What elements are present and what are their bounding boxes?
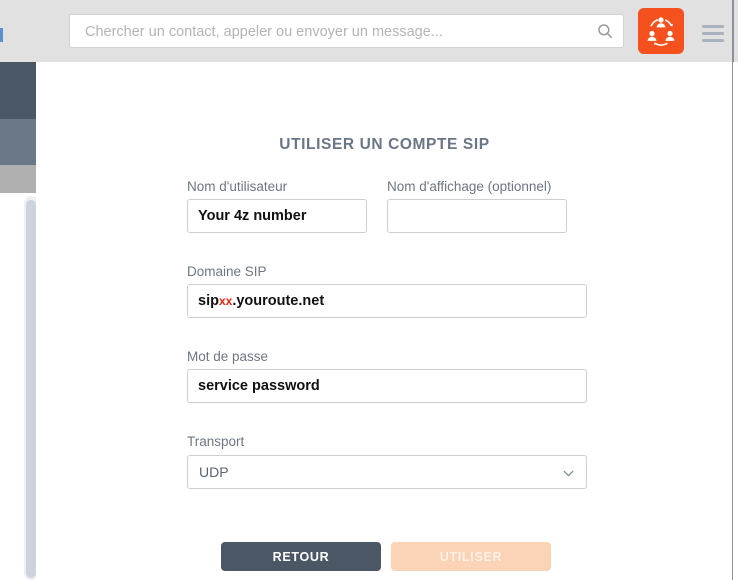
username-label: Nom d'utilisateur — [187, 179, 288, 194]
transport-label: Transport — [187, 434, 245, 449]
search-bar[interactable] — [69, 14, 624, 49]
hamburger-menu-icon-line — [702, 31, 724, 35]
sip-account-form: UTILISER UN COMPTE SIP Nom d'utilisateur… — [36, 62, 733, 580]
chevron-down-icon[interactable] — [562, 467, 575, 480]
password-label: Mot de passe — [187, 349, 269, 364]
hamburger-menu-icon — [702, 24, 724, 28]
conversation-item-muted[interactable] — [0, 165, 36, 193]
page-title: UTILISER UN COMPTE SIP — [279, 136, 490, 153]
sip-domain-input[interactable]: sip xx .youroute.net — [187, 284, 587, 318]
conference-group-icon — [647, 17, 675, 46]
background-window-edge — [732, 0, 738, 580]
conversation-item[interactable] — [0, 119, 36, 165]
username-input[interactable] — [187, 199, 367, 233]
top-bar — [36, 0, 733, 62]
back-button[interactable]: RETOUR — [221, 542, 381, 571]
background-app-header — [0, 0, 36, 62]
display-name-label: Nom d'affichage (optionnel) — [387, 179, 552, 194]
password-input[interactable] — [187, 369, 587, 403]
sip-domain-suffix: .youroute.net — [232, 293, 325, 309]
conversation-item-active[interactable] — [0, 62, 36, 119]
search-icon[interactable] — [596, 22, 614, 40]
background-window-edge-header — [733, 0, 738, 62]
unread-indicator — [0, 28, 3, 42]
sip-domain-prefix: sip — [198, 293, 219, 309]
display-name-input[interactable] — [387, 199, 567, 233]
hamburger-menu-button[interactable] — [699, 16, 727, 46]
main-window: UTILISER UN COMPTE SIP Nom d'utilisateur… — [36, 0, 733, 580]
hamburger-menu-icon-line — [702, 38, 724, 42]
transport-selected-value: UDP — [199, 464, 229, 480]
sidebar-scrollbar-thumb[interactable] — [26, 200, 36, 578]
sip-domain-accent: xx — [218, 294, 233, 308]
search-input[interactable] — [83, 15, 587, 49]
transport-select[interactable]: UDP — [187, 455, 587, 489]
background-app-left-strip — [0, 0, 36, 580]
use-account-button: UTILISER — [391, 542, 551, 571]
conference-call-button[interactable] — [638, 8, 684, 54]
sip-domain-label: Domaine SIP — [187, 264, 267, 279]
